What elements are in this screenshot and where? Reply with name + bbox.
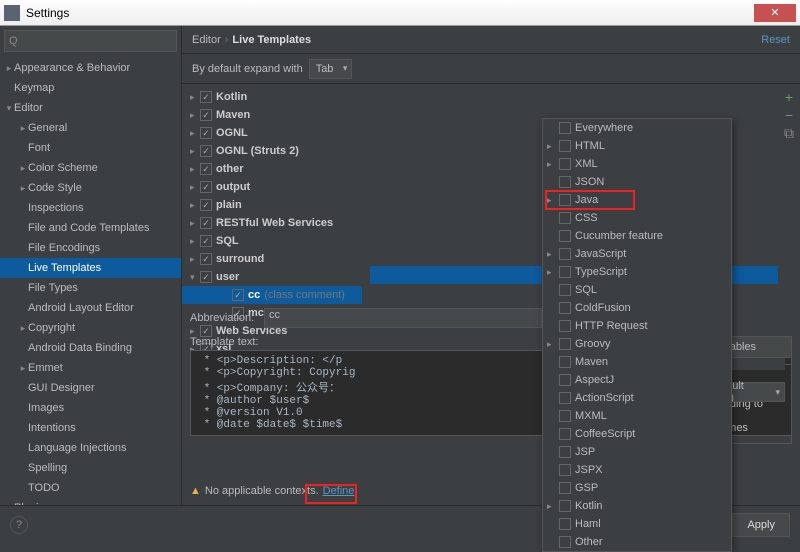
context-item[interactable]: ColdFusion bbox=[543, 299, 731, 317]
context-item[interactable]: SQL bbox=[543, 281, 731, 299]
nav-item[interactable]: Android Layout Editor bbox=[0, 298, 181, 318]
context-item[interactable]: JSP bbox=[543, 443, 731, 461]
context-item[interactable]: ActionScript bbox=[543, 389, 731, 407]
context-item[interactable]: Maven bbox=[543, 353, 731, 371]
template-item[interactable]: ▸other bbox=[182, 160, 362, 178]
search-icon: Q bbox=[9, 35, 18, 47]
nav-item[interactable]: Language Injections bbox=[0, 438, 181, 458]
nav-item[interactable]: Android Data Binding bbox=[0, 338, 181, 358]
nav-item[interactable]: Inspections bbox=[0, 198, 181, 218]
nav-item[interactable]: ▸General bbox=[0, 118, 181, 138]
nav-item[interactable]: ▸Emmet bbox=[0, 358, 181, 378]
nav-item[interactable]: Images bbox=[0, 398, 181, 418]
template-item[interactable]: cc(class comment) bbox=[182, 286, 362, 304]
abbr-label: Abbreviation: bbox=[190, 312, 264, 324]
template-item[interactable]: ▸output bbox=[182, 178, 362, 196]
context-item[interactable]: JSPX bbox=[543, 461, 731, 479]
context-item[interactable]: MXML bbox=[543, 407, 731, 425]
breadcrumb: Editor › Live Templates Reset bbox=[182, 26, 800, 54]
nav-item[interactable]: File Types bbox=[0, 278, 181, 298]
nav-item[interactable]: ▸Copyright bbox=[0, 318, 181, 338]
context-item[interactable]: Haml bbox=[543, 515, 731, 533]
expand-with-label: By default expand with bbox=[192, 63, 303, 75]
context-item[interactable]: ▸TypeScript bbox=[543, 263, 731, 281]
nav-item[interactable]: Intentions bbox=[0, 418, 181, 438]
nav-item[interactable]: ▸Code Style bbox=[0, 178, 181, 198]
context-item[interactable]: ▸Groovy bbox=[543, 335, 731, 353]
copy-icon[interactable]: ⧉ bbox=[780, 124, 798, 142]
app-icon bbox=[4, 5, 20, 21]
help-button[interactable]: ? bbox=[10, 516, 28, 534]
add-icon[interactable]: + bbox=[780, 88, 798, 106]
nav-item[interactable]: ▸Color Scheme bbox=[0, 158, 181, 178]
template-item[interactable]: ▸RESTful Web Services bbox=[182, 214, 362, 232]
context-item[interactable]: Cucumber feature bbox=[543, 227, 731, 245]
nav-item[interactable]: GUI Designer bbox=[0, 378, 181, 398]
context-item[interactable]: ▸JavaScript bbox=[543, 245, 731, 263]
nav-item[interactable]: Font bbox=[0, 138, 181, 158]
context-item[interactable]: Other bbox=[543, 533, 731, 551]
template-item[interactable]: ▸plain bbox=[182, 196, 362, 214]
search-input[interactable]: Q bbox=[4, 30, 177, 52]
nav-item[interactable]: TODO bbox=[0, 478, 181, 498]
context-item[interactable]: ▸Java bbox=[543, 191, 731, 209]
nav-item[interactable]: File and Code Templates bbox=[0, 218, 181, 238]
nav-item[interactable]: Plugins bbox=[0, 498, 181, 505]
template-item[interactable]: ▸surround bbox=[182, 250, 362, 268]
nav-item[interactable]: Spelling bbox=[0, 458, 181, 478]
template-item[interactable]: ▸SQL bbox=[182, 232, 362, 250]
abbr-input[interactable]: cc bbox=[264, 308, 542, 328]
template-item[interactable]: ▸OGNL bbox=[182, 124, 362, 142]
list-actions: + − ⧉ bbox=[780, 88, 798, 142]
context-item[interactable]: ▸XML bbox=[543, 155, 731, 173]
nav-item[interactable]: Live Templates bbox=[0, 258, 181, 278]
expand-with-select[interactable]: Tab bbox=[309, 59, 353, 79]
template-item[interactable]: ▸Kotlin bbox=[182, 88, 362, 106]
template-item[interactable]: ▸Maven bbox=[182, 106, 362, 124]
chevron-right-icon: › bbox=[225, 34, 229, 46]
breadcrumb-leaf: Live Templates bbox=[232, 34, 311, 46]
context-item[interactable]: GSP bbox=[543, 479, 731, 497]
title-bar: Settings ✕ bbox=[0, 0, 800, 26]
apply-button[interactable]: Apply bbox=[732, 513, 790, 537]
warning-text: No applicable contexts. bbox=[205, 485, 319, 497]
context-item[interactable]: Everywhere bbox=[543, 119, 731, 137]
breadcrumb-root: Editor bbox=[192, 34, 221, 46]
context-item[interactable]: HTTP Request bbox=[543, 317, 731, 335]
nav-item[interactable]: ▸Appearance & Behavior bbox=[0, 58, 181, 78]
remove-icon[interactable]: − bbox=[780, 106, 798, 124]
warning-icon: ▲ bbox=[190, 485, 201, 497]
window-title: Settings bbox=[26, 6, 754, 20]
close-button[interactable]: ✕ bbox=[754, 4, 796, 22]
nav-item[interactable]: ▾Editor bbox=[0, 98, 181, 118]
template-item[interactable]: ▾user bbox=[182, 268, 362, 286]
context-item[interactable]: CSS bbox=[543, 209, 731, 227]
reset-link[interactable]: Reset bbox=[761, 34, 790, 46]
context-item[interactable]: JSON bbox=[543, 173, 731, 191]
context-item[interactable]: CoffeeScript bbox=[543, 425, 731, 443]
nav-item[interactable]: File Encodings bbox=[0, 238, 181, 258]
context-item[interactable]: AspectJ bbox=[543, 371, 731, 389]
nav-panel: Q ▸Appearance & BehaviorKeymap▾Editor▸Ge… bbox=[0, 26, 182, 505]
define-link[interactable]: Define bbox=[323, 485, 355, 497]
context-item[interactable]: ▸Kotlin bbox=[543, 497, 731, 515]
nav-item[interactable]: Keymap bbox=[0, 78, 181, 98]
template-item[interactable]: ▸OGNL (Struts 2) bbox=[182, 142, 362, 160]
context-popup[interactable]: Everywhere▸HTML▸XMLJSON▸JavaCSSCucumber … bbox=[542, 118, 732, 552]
context-item[interactable]: ▸HTML bbox=[543, 137, 731, 155]
